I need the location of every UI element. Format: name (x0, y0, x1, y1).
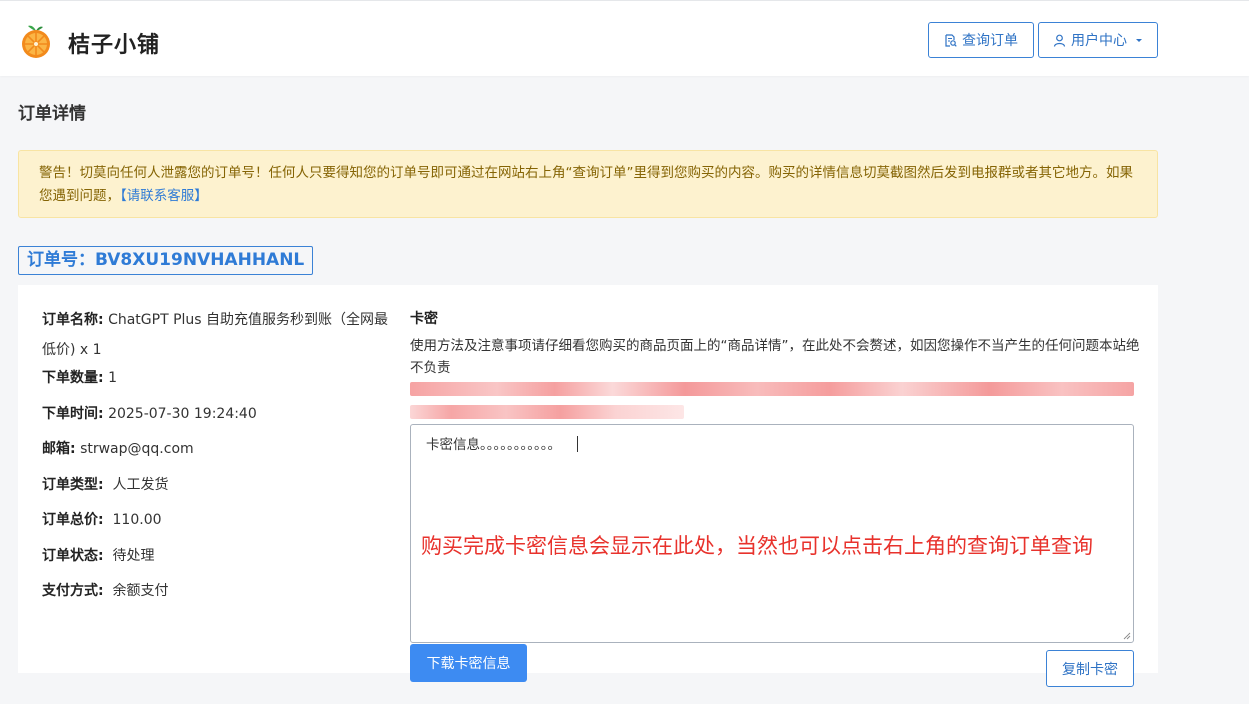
user-center-dropdown[interactable]: 用户中心 (1038, 22, 1158, 58)
order-status-label: 订单状态: (42, 548, 104, 564)
payment-method-row: 支付方式: 余额支付 (42, 580, 169, 600)
order-qty-row: 下单数量: 1 (42, 367, 117, 387)
document-search-icon (945, 33, 957, 47)
brand-name[interactable]: 桔子小铺 (68, 27, 160, 59)
warning-alert: 警告！切莫向任何人泄露您的订单号！任何人只要得知您的订单号即可通过在网站右上角“… (18, 150, 1158, 218)
page-title: 订单详情 (18, 104, 86, 124)
email-row: 邮箱: strwap@qq.com (42, 438, 194, 458)
order-time-value: 2025-07-30 19:24:40 (108, 406, 257, 422)
kami-textarea-value: 卡密信息。。。。。。。。。。。 (426, 437, 561, 453)
order-name-label: 订单名称: (42, 312, 104, 328)
order-status-value: 待处理 (112, 548, 155, 564)
instruction-overlay-note: 购买完成卡密信息会显示在此处，当然也可以点击右上角的查询订单查询 (421, 534, 1093, 558)
payment-method-value: 余额支付 (112, 583, 169, 599)
kami-textarea[interactable]: 卡密信息。。。。。。。。。。。 购买完成卡密信息会显示在此处，当然也可以点击右上… (410, 424, 1134, 643)
top-navbar: 桔子小铺 查询订单 用户中心 (0, 0, 1249, 76)
payment-method-label: 支付方式: (42, 583, 104, 599)
order-qty-value: 1 (108, 370, 117, 386)
order-time-row: 下单时间: 2025-07-30 19:24:40 (42, 403, 257, 423)
caret-down-icon (1136, 39, 1142, 42)
contact-support-link[interactable]: 【请联系客服】 (120, 188, 208, 204)
orange-logo-icon[interactable] (20, 23, 52, 59)
query-order-label: 查询订单 (962, 33, 1018, 49)
download-kami-button[interactable]: 下载卡密信息 (410, 644, 527, 682)
order-total-value: 110.00 (112, 512, 162, 528)
resize-handle-icon[interactable] (1123, 632, 1131, 640)
order-time-label: 下单时间: (42, 406, 104, 422)
order-total-label: 订单总价: (42, 512, 104, 528)
email-value: strwap@qq.com (80, 441, 194, 457)
order-name-row: 订单名称: ChatGPT Plus 自助充值服务秒到账（全网最低价) x 1 (42, 305, 402, 365)
order-type-label: 订单类型: (42, 477, 104, 493)
user-icon (1053, 34, 1066, 47)
order-detail-card: 订单名称: ChatGPT Plus 自助充值服务秒到账（全网最低价) x 1 … (18, 285, 1158, 687)
kami-description: 使用方法及注意事项请仔细看您购买的商品页面上的“商品详情”，在此处不会赘述，如因… (410, 338, 1140, 376)
kami-title: 卡密 (410, 311, 438, 327)
order-type-row: 订单类型: 人工发货 (42, 474, 169, 494)
user-center-label: 用户中心 (1071, 33, 1127, 49)
order-status-row: 订单状态: 待处理 (42, 545, 155, 565)
order-qty-label: 下单数量: (42, 370, 104, 386)
order-total-row: 订单总价: 110.00 (42, 509, 162, 529)
email-label: 邮箱: (42, 441, 76, 457)
query-order-button[interactable]: 查询订单 (928, 22, 1034, 58)
text-caret (577, 436, 578, 452)
order-type-value: 人工发货 (112, 477, 169, 493)
order-number-badge: 订单号：BV8XU19NVHAHHANL (18, 246, 314, 275)
copy-kami-button[interactable]: 复制卡密 (1046, 650, 1134, 687)
